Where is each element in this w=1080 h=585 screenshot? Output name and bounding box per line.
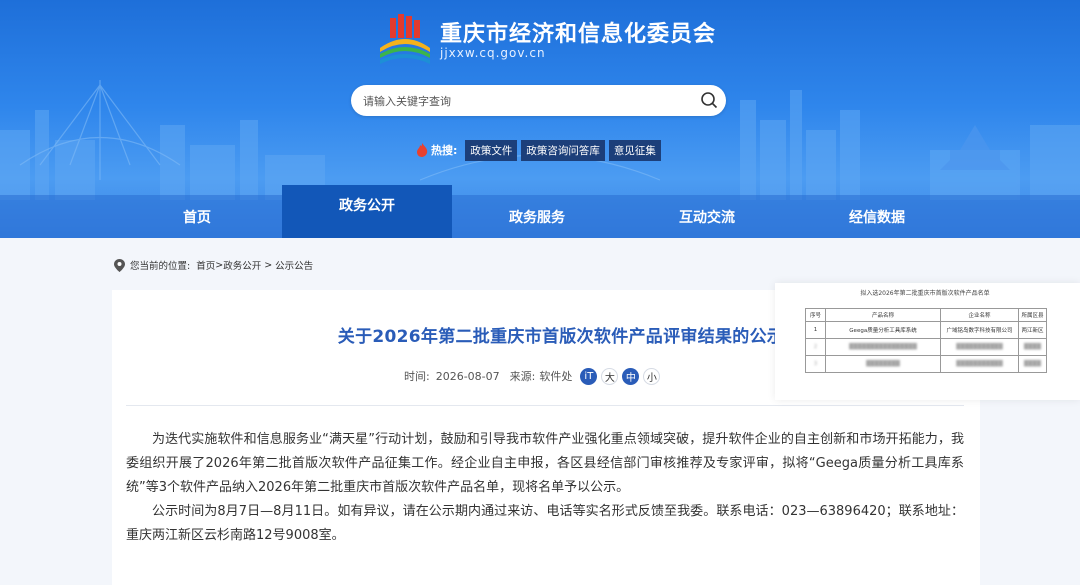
- main-nav: 首页 政务公开 政务服务 互动交流 经信数据: [0, 185, 1080, 238]
- search-icon[interactable]: [700, 91, 718, 109]
- breadcrumb-prefix: 您当前的位置:: [130, 261, 191, 272]
- preview-cell-blurred: ████: [1018, 355, 1047, 373]
- preview-cell-blurred: 2: [805, 338, 826, 356]
- hot-tag-opinion[interactable]: 意见征集: [608, 139, 661, 161]
- site-url: jjxxw.cq.gov.cn: [440, 46, 546, 60]
- site-header: 重庆市经济和信息化委员会 jjxxw.cq.gov.cn 热搜: 政策文件 政策…: [0, 0, 1080, 238]
- site-title: 重庆市经济和信息化委员会: [440, 22, 717, 47]
- location-pin-icon: [114, 258, 125, 272]
- nav-gov-affairs[interactable]: 政务公开: [282, 185, 452, 238]
- hot-search-label: 热搜:: [431, 144, 458, 157]
- hot-tag-policy-docs[interactable]: 政策文件: [465, 139, 518, 161]
- preview-cell-blurred: ████████████████: [825, 338, 941, 356]
- preview-table: 序号 产品名称 企业名称 所属区县 1 Geega质量分析工具库系统 广域铭岛数…: [805, 308, 1047, 373]
- preview-cell: 两江新区: [1018, 321, 1047, 339]
- preview-header-cell: 序号: [805, 308, 826, 322]
- preview-cell: 1: [805, 321, 826, 339]
- logo-emblem-icon: [380, 14, 430, 64]
- preview-row-blurred: 2 ████████████████ ███████████ ████: [805, 338, 1047, 356]
- preview-cell-blurred: ███████████: [940, 338, 1019, 356]
- time-label: 时间:: [404, 370, 430, 383]
- article-paragraph: 公示时间为8月7日—8月11日。如有异议，请在公示期内通过来访、电话等实名形式反…: [126, 504, 964, 543]
- article-paragraph: 为迭代实施软件和信息服务业“满天星”行动计划，鼓励和引导我市软件产业强化重点领域…: [126, 432, 964, 495]
- flame-icon: [417, 143, 428, 157]
- preview-header-cell: 产品名称: [825, 308, 941, 322]
- breadcrumb-separator: >: [264, 259, 273, 271]
- font-large-button[interactable]: 大: [601, 367, 619, 385]
- article-meta: 时间: 2026-08-07 来源: 软件处 iT 大 中 小: [404, 367, 661, 385]
- nav-gov-services[interactable]: 政务服务: [452, 195, 622, 238]
- preview-header-row: 序号 产品名称 企业名称 所属区县: [805, 308, 1047, 322]
- breadcrumb: 您当前的位置: 首页 > 政务公开 > 公示公告: [114, 257, 313, 273]
- breadcrumb-separator: >: [215, 259, 224, 271]
- article-body: 为迭代实施软件和信息服务业“满天星”行动计划，鼓励和引导我市软件产业强化重点领域…: [126, 428, 964, 548]
- time-value: 2026-08-07: [435, 369, 500, 383]
- preview-cell-blurred: ████: [1018, 338, 1047, 356]
- font-small-button[interactable]: 小: [643, 367, 661, 385]
- preview-cell-blurred: ████████: [825, 355, 941, 373]
- search-input[interactable]: [363, 91, 693, 111]
- hot-tag-policy-qa[interactable]: 政策咨询问答库: [521, 139, 605, 161]
- font-medium-button[interactable]: 中: [622, 367, 640, 385]
- preview-row-blurred: 3 ████████ ███████████ ████: [805, 355, 1047, 373]
- source-value: 软件处: [539, 370, 573, 383]
- list-preview-image[interactable]: 拟入选2026年第二批重庆市首版次软件产品名单 序号 产品名称 企业名称 所属区…: [775, 283, 1080, 400]
- preview-cell-blurred: 3: [805, 355, 826, 373]
- breadcrumb-home[interactable]: 首页: [196, 258, 215, 272]
- preview-title: 拟入选2026年第二批重庆市首版次软件产品名单: [860, 290, 990, 297]
- nav-home[interactable]: 首页: [112, 195, 282, 238]
- preview-row: 1 Geega质量分析工具库系统 广域铭岛数字科技有限公司 两江新区: [805, 321, 1047, 339]
- nav-interaction[interactable]: 互动交流: [622, 195, 792, 238]
- divider: [126, 405, 964, 406]
- preview-header-cell: 企业名称: [940, 308, 1019, 322]
- site-logo[interactable]: 重庆市经济和信息化委员会 jjxxw.cq.gov.cn: [376, 10, 716, 66]
- preview-cell-blurred: ███████████: [940, 355, 1019, 373]
- source-label: 来源:: [509, 370, 536, 383]
- preview-cell: Geega质量分析工具库系统: [825, 321, 941, 339]
- read-aloud-button[interactable]: iT: [580, 367, 598, 385]
- preview-cell: 广域铭岛数字科技有限公司: [940, 321, 1019, 339]
- search-box: [351, 85, 726, 116]
- preview-header-cell: 所属区县: [1018, 308, 1047, 322]
- nav-data[interactable]: 经信数据: [792, 195, 962, 238]
- breadcrumb-current[interactable]: 公示公告: [275, 258, 313, 272]
- breadcrumb-section[interactable]: 政务公开: [223, 258, 261, 272]
- hot-search-bar: 热搜: 政策文件 政策咨询问答库 意见征集: [416, 139, 665, 161]
